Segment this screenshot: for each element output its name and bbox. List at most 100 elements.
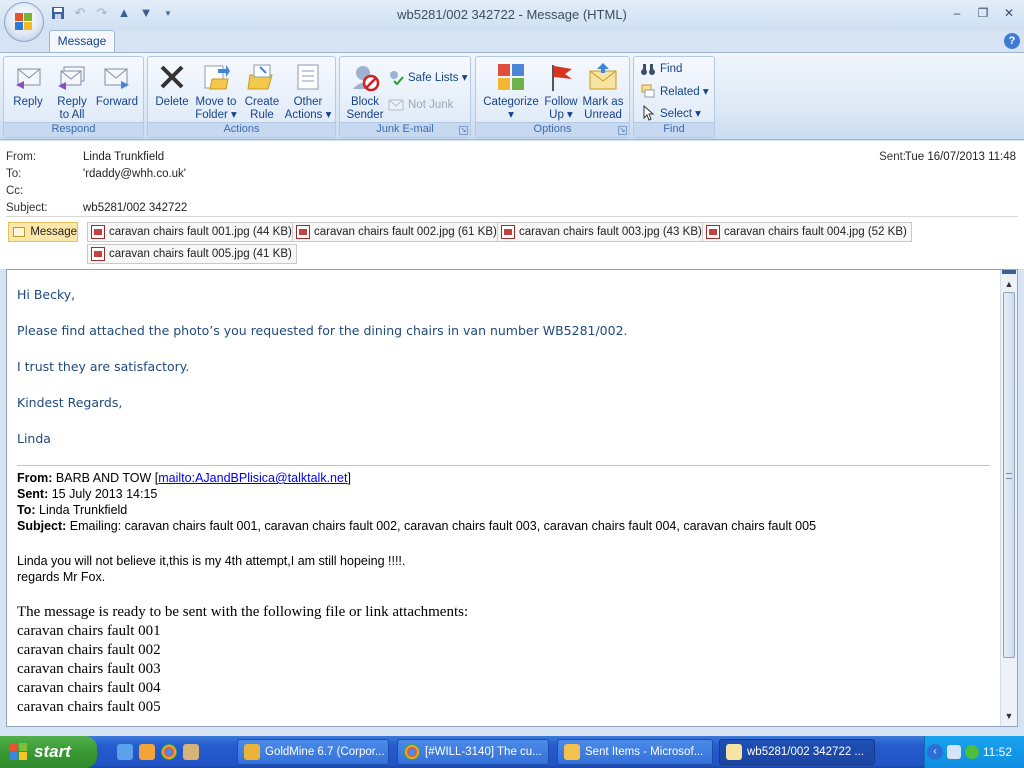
forward-button[interactable]: Forward [94,61,140,109]
safe-lists-button[interactable]: Safe Lists ▾ [388,67,467,87]
chrome-icon[interactable] [161,744,177,760]
group-actions: Delete Move to Folder ▾ Create Rule Othe… [147,56,336,138]
message-body[interactable]: Hi Becky, Please find attached the photo… [6,269,1018,727]
binoculars-icon [640,61,656,77]
app-quicklaunch-icon[interactable] [183,744,199,760]
reply-all-label-2: to All [59,109,85,121]
jpg-file-icon [296,225,310,239]
ribbon: Reply Reply to All Forward Respond Delet… [0,52,1024,140]
taskbar-item[interactable]: [#WILL-3140] The cu... [397,739,549,765]
tab-message[interactable]: Message [49,30,115,52]
help-icon[interactable]: ? [1004,33,1020,49]
categorize-button[interactable]: Categorize ▾ [480,61,542,122]
clock[interactable]: 11:52 [983,745,1012,759]
goldmine-icon [244,744,260,760]
reply-button[interactable]: Reply [8,61,48,109]
tray-expand-icon[interactable]: ‹ [927,744,943,760]
taskbar-item[interactable]: Sent Items - Microsof... [557,739,713,765]
ribbon-tabs: Message ? [0,30,1024,52]
window-bottom-frame [0,727,1024,736]
forward-label: Forward [95,96,139,108]
reply-all-button[interactable]: Reply to All [52,61,92,122]
windows-flag-icon [10,743,28,761]
group-label-respond: Respond [4,122,143,137]
create-rule-button[interactable]: Create Rule [242,61,282,122]
to-value[interactable]: 'rdaddy@whh.co.uk' [83,168,186,180]
forward-icon [101,61,133,93]
mark-as-unread-button[interactable]: Mark as Unread [580,61,626,122]
forward-to-label: To: [17,503,36,517]
related-icon [640,83,656,99]
restore-button[interactable]: ❐ [970,3,996,23]
start-button[interactable]: start [0,736,97,768]
taskbar-item-active[interactable]: wb5281/002 342722 ... [719,739,875,765]
attachment-item[interactable]: caravan chairs fault 003.jpg (43 KB) [497,222,707,242]
close-button[interactable]: ✕ [996,3,1022,23]
forward-mailto-link[interactable]: mailto:AJandBPlisica@talktalk.net [158,471,347,485]
window-controls: – ❐ ✕ [944,3,1022,23]
delete-button[interactable]: Delete [152,61,192,109]
body-line-1: Please find attached the photo’s you req… [17,323,628,338]
jpg-file-icon [91,225,105,239]
forward-from-name: BARB AND TOW [55,471,152,485]
title-bar: ↶ ↷ ▲ ▼ ▾ wb5281/002 342722 - Message (H… [0,0,1024,30]
forward-file-item: caravan chairs fault 002 [17,642,161,658]
body-line-2: I trust they are satisfactory. [17,359,190,374]
attachment-item[interactable]: caravan chairs fault 005.jpg (41 KB) [87,244,297,264]
not-junk-label: Not Junk [408,99,454,111]
forward-file-item: caravan chairs fault 003 [17,661,161,677]
scroll-split-handle[interactable] [1002,270,1016,274]
follow-up-flag-icon [545,61,577,93]
reply-all-label-1: Reply [57,96,87,108]
related-button[interactable]: Related ▾ [640,81,709,101]
safe-lists-label: Safe Lists ▾ [408,72,468,84]
cc-label: Cc: [6,185,24,197]
envelope-icon [13,227,26,237]
from-value[interactable]: Linda Trunkfield [83,151,164,163]
create-label-2: Rule [250,109,274,121]
network-icon[interactable] [947,745,961,759]
scroll-down-arrow-icon[interactable]: ▼ [1001,708,1017,724]
move-to-folder-button[interactable]: Move to Folder ▾ [192,61,240,122]
system-tray: ‹ 11:52 [924,736,1024,768]
minimize-button[interactable]: – [944,3,970,23]
forward-sent-label: Sent: [17,487,49,501]
attachment-item[interactable]: caravan chairs fault 001.jpg (44 KB) [87,222,297,242]
categorize-label-1: Categorize [483,96,539,108]
attachment-item[interactable]: caravan chairs fault 004.jpg (52 KB) [702,222,912,242]
forward-file-item: caravan chairs fault 005 [17,699,161,715]
block-sender-button[interactable]: Block Sender [344,61,386,122]
not-junk-button[interactable]: Not Junk [388,95,453,115]
message-icon [726,744,742,760]
other-actions-button[interactable]: Other Actions ▾ [284,61,332,122]
outlook-quicklaunch-icon[interactable] [139,744,155,760]
mark-label-2: Unread [584,109,622,121]
scroll-up-arrow-icon[interactable]: ▲ [1001,276,1017,292]
taskbar-item[interactable]: GoldMine 6.7 (Corpor... [237,739,389,765]
ie-icon[interactable] [117,744,133,760]
vertical-scrollbar[interactable]: ▲ ▼ [1000,270,1017,726]
other-label-1: Other [293,96,323,108]
taskbar-item-label: Sent Items - Microsof... [585,746,704,758]
office-button[interactable] [4,2,44,42]
group-junk-email: Block Sender Safe Lists ▾ Not Junk Junk … [339,56,471,138]
select-button[interactable]: Select ▾ [640,103,701,123]
message-tab[interactable]: Message [8,222,78,242]
block-label-1: Block [350,96,380,108]
taskbar-item-label: GoldMine 6.7 (Corpor... [265,746,385,758]
move-label-1: Move to [195,96,237,108]
attachment-item[interactable]: caravan chairs fault 002.jpg (61 KB) [292,222,502,242]
status-icon[interactable] [965,745,979,759]
block-label-2: Sender [346,109,384,121]
mark-label-1: Mark as [582,96,624,108]
scroll-thumb[interactable] [1003,292,1015,658]
from-label: From: [6,151,37,163]
find-button[interactable]: Find [640,59,682,79]
forward-ready-text: The message is ready to be sent with the… [17,604,469,620]
options-launcher-icon[interactable]: ↘ [618,126,627,135]
delete-label: Delete [155,96,189,108]
subject-label: Subject: [6,202,48,214]
message-header: From: Linda Trunkfield To: 'rdaddy@whh.c… [0,141,1024,269]
junk-options-launcher-icon[interactable]: ↘ [459,126,468,135]
follow-up-button[interactable]: Follow Up ▾ [542,61,580,122]
